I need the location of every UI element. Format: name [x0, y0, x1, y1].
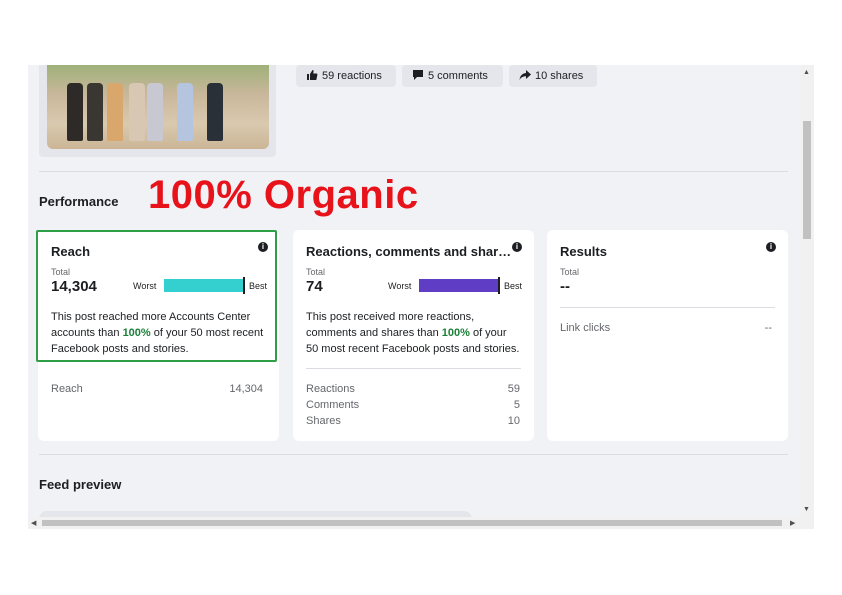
post-image-person [107, 83, 123, 141]
comments-row-label: Comments [306, 399, 360, 411]
engagement-desc-percent: 100% [441, 327, 470, 339]
engagement-total-value: 74 [306, 278, 323, 295]
section-divider [39, 454, 788, 455]
thumbs-up-icon [306, 69, 318, 84]
comment-icon [412, 69, 424, 84]
insights-window: 59 reactions 5 comments 10 shares Perfor… [28, 65, 814, 529]
reactions-button[interactable]: 59 reactions [296, 65, 396, 87]
post-image-person [87, 83, 103, 141]
post-image [47, 65, 269, 149]
feed-preview-title: Feed preview [39, 477, 122, 492]
scroll-right-icon[interactable]: ▶ [790, 519, 795, 527]
horizontal-scrollbar[interactable]: ◀ ▶ [28, 517, 814, 529]
engagement-worst-label: Worst [388, 281, 412, 291]
comments-row-value: 5 [513, 399, 520, 411]
engagement-card-title: Reactions, comments and shar… [306, 244, 512, 259]
engagement-divider [306, 368, 521, 369]
engagement-card: Reactions, comments and shar… i Total 74… [293, 230, 534, 441]
reach-row-value: 14,304 [229, 383, 263, 395]
performance-title: Performance [39, 194, 119, 209]
insights-content: 59 reactions 5 comments 10 shares Perfor… [28, 65, 800, 523]
engagement-best-marker [498, 277, 500, 294]
share-icon [519, 69, 531, 84]
post-image-person [129, 83, 145, 141]
vertical-scroll-thumb[interactable] [803, 121, 811, 239]
results-card-title: Results [560, 244, 607, 259]
horizontal-scroll-thumb[interactable] [42, 520, 782, 526]
post-preview-card[interactable] [39, 65, 276, 157]
link-clicks-value: -- [764, 322, 772, 334]
post-image-person [147, 83, 163, 141]
organic-overlay-text: 100% Organic [148, 173, 419, 217]
reach-row-label: Reach [51, 383, 83, 395]
shares-row-label: Shares [306, 415, 341, 427]
comments-label: 5 comments [428, 70, 488, 82]
post-image-person [177, 83, 193, 141]
link-clicks-label: Link clicks [560, 322, 611, 334]
reactions-row-label: Reactions [306, 383, 355, 395]
post-image-person [207, 83, 223, 141]
post-image-person [67, 83, 83, 141]
engagement-comparison-bar [419, 279, 498, 292]
shares-label: 10 shares [535, 70, 584, 82]
reach-highlight-box [36, 230, 277, 362]
engagement-description: This post received more reactions, comme… [306, 309, 521, 357]
info-icon[interactable]: i [766, 242, 776, 252]
engagement-best-label: Best [504, 281, 523, 291]
results-total-label: Total [560, 267, 580, 277]
info-icon[interactable]: i [512, 242, 522, 252]
results-total-value: -- [560, 278, 570, 295]
scroll-down-icon[interactable]: ▼ [803, 506, 810, 513]
scroll-up-icon[interactable]: ▲ [803, 69, 810, 76]
reactions-label: 59 reactions [322, 70, 382, 82]
shares-button[interactable]: 10 shares [509, 65, 597, 87]
section-divider [39, 171, 788, 172]
results-card: Results i Total -- Link clicks -- [547, 230, 788, 441]
comments-button[interactable]: 5 comments [402, 65, 503, 87]
reactions-row-value: 59 [507, 383, 520, 395]
results-divider [560, 307, 775, 308]
engagement-total-label: Total [306, 267, 326, 277]
vertical-scrollbar[interactable]: ▲ ▼ [800, 65, 814, 517]
scroll-left-icon[interactable]: ◀ [31, 519, 36, 527]
shares-row-value: 10 [507, 415, 520, 427]
